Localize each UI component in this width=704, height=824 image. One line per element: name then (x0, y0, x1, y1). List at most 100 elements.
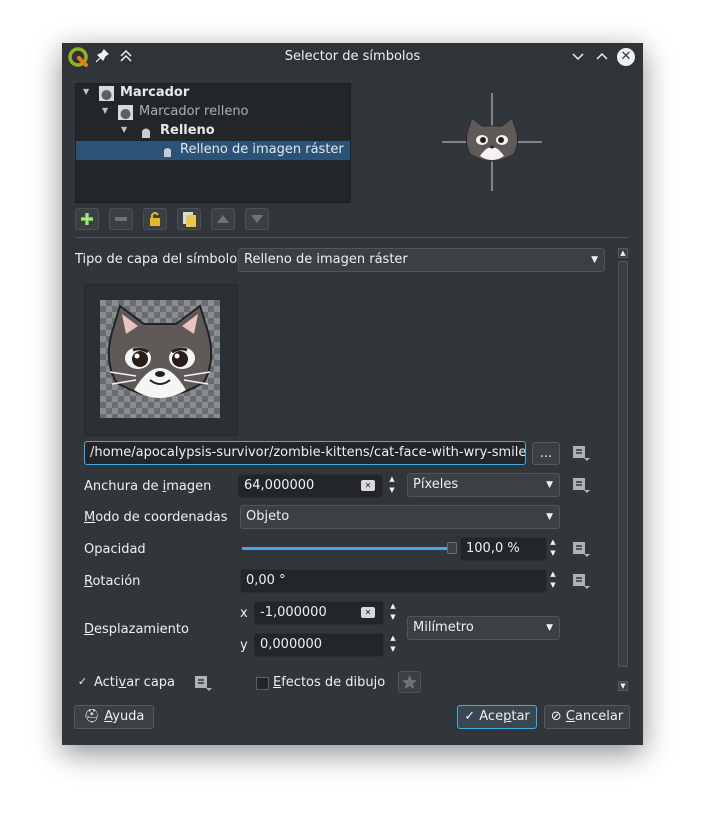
accept-label: Aceptar (479, 709, 530, 724)
data-defined-icon[interactable] (192, 673, 214, 693)
symbol-layer-tree[interactable]: ▼ Marcador ▼ Marcador relleno ▼ Relleno … (75, 83, 351, 203)
scroll-down-icon[interactable]: ▼ (618, 681, 628, 691)
data-defined-icon[interactable] (570, 539, 592, 559)
tree-item-relleno[interactable]: ▼ Relleno (76, 122, 350, 141)
width-spin-arrows[interactable]: ▲ ▼ (386, 474, 398, 498)
lock-layer-button[interactable] (143, 208, 167, 230)
cat-face-image (107, 304, 213, 398)
offset-x-spin-arrows[interactable]: ▲ ▼ (387, 601, 399, 625)
title-bar: Selector de símbolos ✕ (62, 43, 643, 71)
rotation-input[interactable]: 0,00 ° (240, 569, 547, 593)
maximize-icon[interactable] (594, 49, 610, 65)
accept-button[interactable]: ✓ Aceptar (457, 705, 537, 729)
lock-icon (150, 212, 160, 226)
collapse-arrow-icon[interactable]: ▼ (121, 125, 127, 134)
close-icon[interactable]: ✕ (617, 48, 635, 66)
cancel-button[interactable]: ⊘ Cancelar (544, 705, 630, 729)
tree-item-label: Marcador relleno (139, 104, 249, 119)
layer-type-combo[interactable]: Relleno de imagen ráster ▼ (238, 248, 605, 272)
coordinate-mode-label: Modo de coordenadas (84, 510, 228, 525)
tree-item-label: Relleno (160, 123, 215, 138)
draw-effects-checkbox[interactable] (256, 677, 269, 690)
help-button[interactable]: ⛑ Ayuda (74, 705, 154, 729)
properties-scrollbar[interactable]: ▲ ▼ (616, 245, 630, 695)
tree-item-marcador-relleno[interactable]: ▼ Marcador relleno (76, 103, 350, 122)
minimize-icon[interactable] (570, 49, 586, 65)
remove-layer-button[interactable] (109, 208, 133, 230)
offset-label: Desplazamiento (84, 622, 189, 637)
coordinate-mode-combo[interactable]: Objeto ▼ (240, 505, 560, 529)
tree-item-marcador[interactable]: ▼ Marcador (76, 84, 350, 103)
star-icon (402, 675, 417, 689)
offset-y-input[interactable]: 0,000000 (254, 633, 384, 657)
image-preview-frame (84, 284, 238, 436)
collapse-arrow-icon[interactable]: ▼ (102, 106, 108, 115)
opacity-label: Opacidad (84, 542, 146, 557)
image-path-value: /home/apocalypsis-survivor/zombie-kitten… (90, 445, 526, 460)
scroll-up-icon[interactable]: ▲ (618, 248, 628, 258)
enable-layer-checkbox[interactable]: ✓ (76, 676, 89, 689)
move-down-button[interactable] (245, 208, 269, 230)
marker-symbol-icon (99, 86, 114, 101)
offset-y-value: 0,000000 (260, 637, 323, 652)
width-unit-combo[interactable]: Píxeles ▼ (407, 473, 560, 497)
duplicate-layer-button[interactable] (177, 208, 201, 230)
window-title: Selector de símbolos (284, 49, 421, 64)
raster-fill-icon (164, 148, 171, 157)
tree-item-label: Marcador (120, 85, 190, 100)
opacity-slider-track[interactable] (242, 547, 452, 550)
fill-marker-icon (118, 105, 133, 120)
offset-unit-combo[interactable]: Milímetro ▼ (407, 616, 560, 640)
symbol-preview (442, 91, 542, 193)
check-icon: ✓ (464, 709, 476, 724)
check-icon: ✓ (77, 675, 88, 688)
chevron-down-icon: ▼ (546, 512, 553, 522)
opacity-slider-handle[interactable] (447, 542, 457, 554)
image-path-input[interactable]: /home/apocalypsis-survivor/zombie-kitten… (84, 441, 526, 465)
rotation-value: 0,00 ° (246, 573, 286, 588)
data-defined-icon[interactable] (570, 443, 592, 463)
opacity-value: 100,0 % (466, 541, 520, 556)
width-unit-value: Píxeles (413, 477, 459, 492)
move-down-icon (251, 215, 263, 223)
draw-effects-label: Efectos de dibujo (273, 675, 386, 690)
help-icon: ⛑ (83, 709, 101, 724)
collapse-arrow-icon[interactable]: ▼ (83, 87, 89, 96)
symbol-selector-window: Selector de símbolos ✕ ▼ Marcador ▼ Marc… (62, 43, 643, 745)
scroll-thumb[interactable] (618, 261, 628, 667)
offset-x-label: x (240, 606, 248, 621)
rotation-spin-arrows[interactable]: ▲ ▼ (547, 569, 559, 593)
move-up-icon (217, 215, 229, 223)
transparency-checkerboard (100, 300, 220, 418)
offset-y-spin-arrows[interactable]: ▲ ▼ (387, 633, 399, 657)
help-label: Ayuda (104, 709, 145, 724)
offset-y-label: y (240, 638, 248, 653)
add-layer-icon (81, 213, 93, 225)
effects-button[interactable] (398, 671, 421, 693)
move-up-button[interactable] (211, 208, 235, 230)
data-defined-icon[interactable] (570, 475, 592, 495)
tree-item-label: Relleno de imagen ráster (180, 142, 344, 157)
image-width-label: Anchura de imagen (84, 479, 212, 494)
enable-layer-label: Activar capa (94, 675, 176, 690)
opacity-spin-arrows[interactable]: ▲ ▼ (547, 537, 559, 561)
cat-preview-image (442, 93, 542, 191)
tree-item-relleno-imagen-raster[interactable]: Relleno de imagen ráster (76, 141, 350, 160)
browse-button[interactable]: ... (532, 442, 560, 465)
data-defined-icon[interactable] (570, 571, 592, 591)
cancel-icon: ⊘ (550, 709, 562, 724)
duplicate-icon (183, 212, 196, 227)
coordinate-mode-value: Objeto (246, 509, 290, 524)
opacity-slider-fill (242, 547, 452, 550)
chevron-down-icon: ▼ (546, 480, 553, 490)
clear-icon[interactable]: ✕ (361, 607, 375, 618)
add-layer-button[interactable] (75, 208, 99, 230)
opacity-input[interactable]: 100,0 % (460, 537, 547, 561)
clear-icon[interactable]: ✕ (361, 480, 375, 491)
offset-unit-value: Milímetro (413, 620, 474, 635)
fill-symbol-icon (142, 128, 150, 138)
chevron-down-icon: ▼ (591, 255, 598, 265)
separator (75, 237, 629, 238)
remove-layer-icon (115, 217, 127, 221)
offset-x-value: -1,000000 (260, 605, 327, 620)
